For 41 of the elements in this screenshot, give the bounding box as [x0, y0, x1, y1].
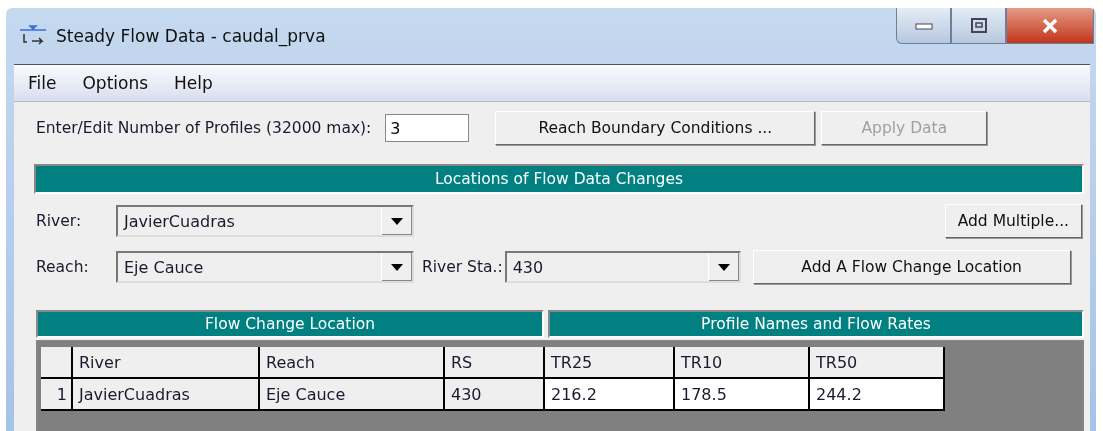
menu-item[interactable]: Help: [174, 73, 213, 93]
reach-label: Reach:: [36, 258, 90, 276]
table-cell: Eje Cauce: [260, 379, 445, 411]
column-header: RS: [445, 347, 545, 379]
river-station-label: River Sta.:: [422, 258, 503, 276]
dropdown-arrow-icon: [391, 263, 403, 271]
table-cell: JavierCuadras: [73, 379, 260, 411]
window-title: Steady Flow Data - caudal_prva: [56, 26, 326, 46]
table-group-header: Profile Names and Flow Rates: [548, 310, 1084, 338]
table-cell: 178.5: [675, 379, 810, 411]
corner-cell: [41, 347, 73, 379]
minimize-button[interactable]: [896, 8, 951, 44]
maximize-icon: [968, 16, 989, 35]
section-header: Locations of Flow Data Changes: [34, 164, 1084, 194]
column-header: TR50: [810, 347, 945, 379]
add-location-button[interactable]: Add A Flow Change Location: [752, 250, 1071, 284]
river-dropdown[interactable]: JavierCuadras: [116, 205, 414, 237]
dropdown-arrow-icon: [717, 263, 730, 271]
table-cell: 244.2: [810, 379, 945, 411]
close-button[interactable]: [1006, 8, 1094, 44]
maximize-button[interactable]: [951, 8, 1006, 44]
row-number: 1: [41, 379, 73, 411]
close-icon: [1040, 16, 1060, 35]
river-label: River:: [36, 212, 83, 230]
add-multiple-button[interactable]: Add Multiple...: [944, 204, 1082, 238]
menu-item[interactable]: Options: [82, 73, 149, 93]
profiles-label: Enter/Edit Number of Profiles (32000 max):: [36, 119, 372, 137]
profiles-input[interactable]: 3: [385, 114, 470, 142]
table-group-header: Flow Change Location: [36, 310, 544, 338]
toolbar-button[interactable]: Reach Boundary Conditions ...: [495, 111, 816, 145]
column-header: TR10: [675, 347, 810, 379]
reach-dropdown[interactable]: Eje Cauce: [116, 251, 414, 283]
menu-item[interactable]: File: [28, 73, 57, 93]
column-header: TR25: [545, 347, 675, 379]
minimize-icon: [913, 20, 934, 31]
dropdown-arrow-icon: [391, 217, 403, 225]
table-cell: 430: [445, 379, 545, 411]
column-header: River: [73, 347, 260, 379]
column-header: Reach: [260, 347, 445, 379]
table-cell: 216.2: [545, 379, 675, 411]
river-station-dropdown[interactable]: 430: [504, 251, 741, 283]
